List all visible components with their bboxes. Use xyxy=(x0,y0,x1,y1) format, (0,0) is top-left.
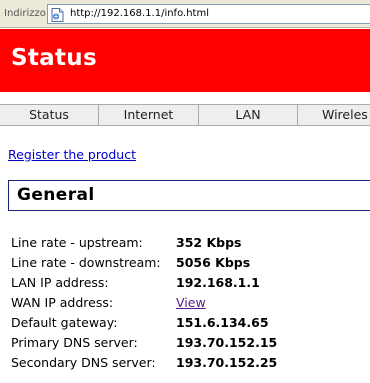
info-row-secondary-dns: Secondary DNS server: 193.70.152.25 xyxy=(11,355,370,373)
address-bar: Indirizzo http://192.168.1.1/info.html xyxy=(0,0,370,28)
section-header: General xyxy=(8,180,370,211)
info-label: Default gateway: xyxy=(11,315,118,330)
tab-wireless[interactable]: Wireles xyxy=(298,105,370,125)
nav-tabs: Status Internet LAN Wireles xyxy=(0,104,370,126)
info-value: 193.70.152.15 xyxy=(176,335,278,350)
tab-status[interactable]: Status xyxy=(0,105,99,125)
info-value: 5056 Kbps xyxy=(176,255,251,270)
info-label: Secondary DNS server: xyxy=(11,355,156,370)
info-label: LAN IP address: xyxy=(11,275,109,290)
register-product-link[interactable]: Register the product xyxy=(8,147,136,162)
info-row-primary-dns: Primary DNS server: 193.70.152.15 xyxy=(11,335,370,353)
header-bar: Status xyxy=(0,29,370,92)
info-row-wan-ip: WAN IP address: View xyxy=(11,295,370,313)
address-label: Indirizzo xyxy=(4,8,46,19)
tab-lan[interactable]: LAN xyxy=(199,105,298,125)
info-value: 192.168.1.1 xyxy=(176,275,260,290)
view-wan-ip-link[interactable]: View xyxy=(176,295,206,310)
info-value: 193.70.152.25 xyxy=(176,355,278,370)
address-url[interactable]: http://192.168.1.1/info.html xyxy=(70,8,209,19)
section-title: General xyxy=(17,185,95,205)
info-row-lan-ip: LAN IP address: 192.168.1.1 xyxy=(11,275,370,293)
info-row-gateway: Default gateway: 151.6.134.65 xyxy=(11,315,370,333)
info-row-downstream: Line rate - downstream: 5056 Kbps xyxy=(11,255,370,273)
info-value: 151.6.134.65 xyxy=(176,315,269,330)
info-value: 352 Kbps xyxy=(176,235,242,250)
info-value-link: View xyxy=(176,295,206,310)
info-label: Line rate - downstream: xyxy=(11,255,161,270)
info-label: WAN IP address: xyxy=(11,295,114,310)
page-title: Status xyxy=(11,45,97,71)
tab-internet[interactable]: Internet xyxy=(99,105,199,125)
page-icon xyxy=(51,7,64,22)
info-label: Line rate - upstream: xyxy=(11,235,143,250)
info-row-upstream: Line rate - upstream: 352 Kbps xyxy=(11,235,370,253)
address-field[interactable]: http://192.168.1.1/info.html xyxy=(47,4,370,24)
info-label: Primary DNS server: xyxy=(11,335,138,350)
